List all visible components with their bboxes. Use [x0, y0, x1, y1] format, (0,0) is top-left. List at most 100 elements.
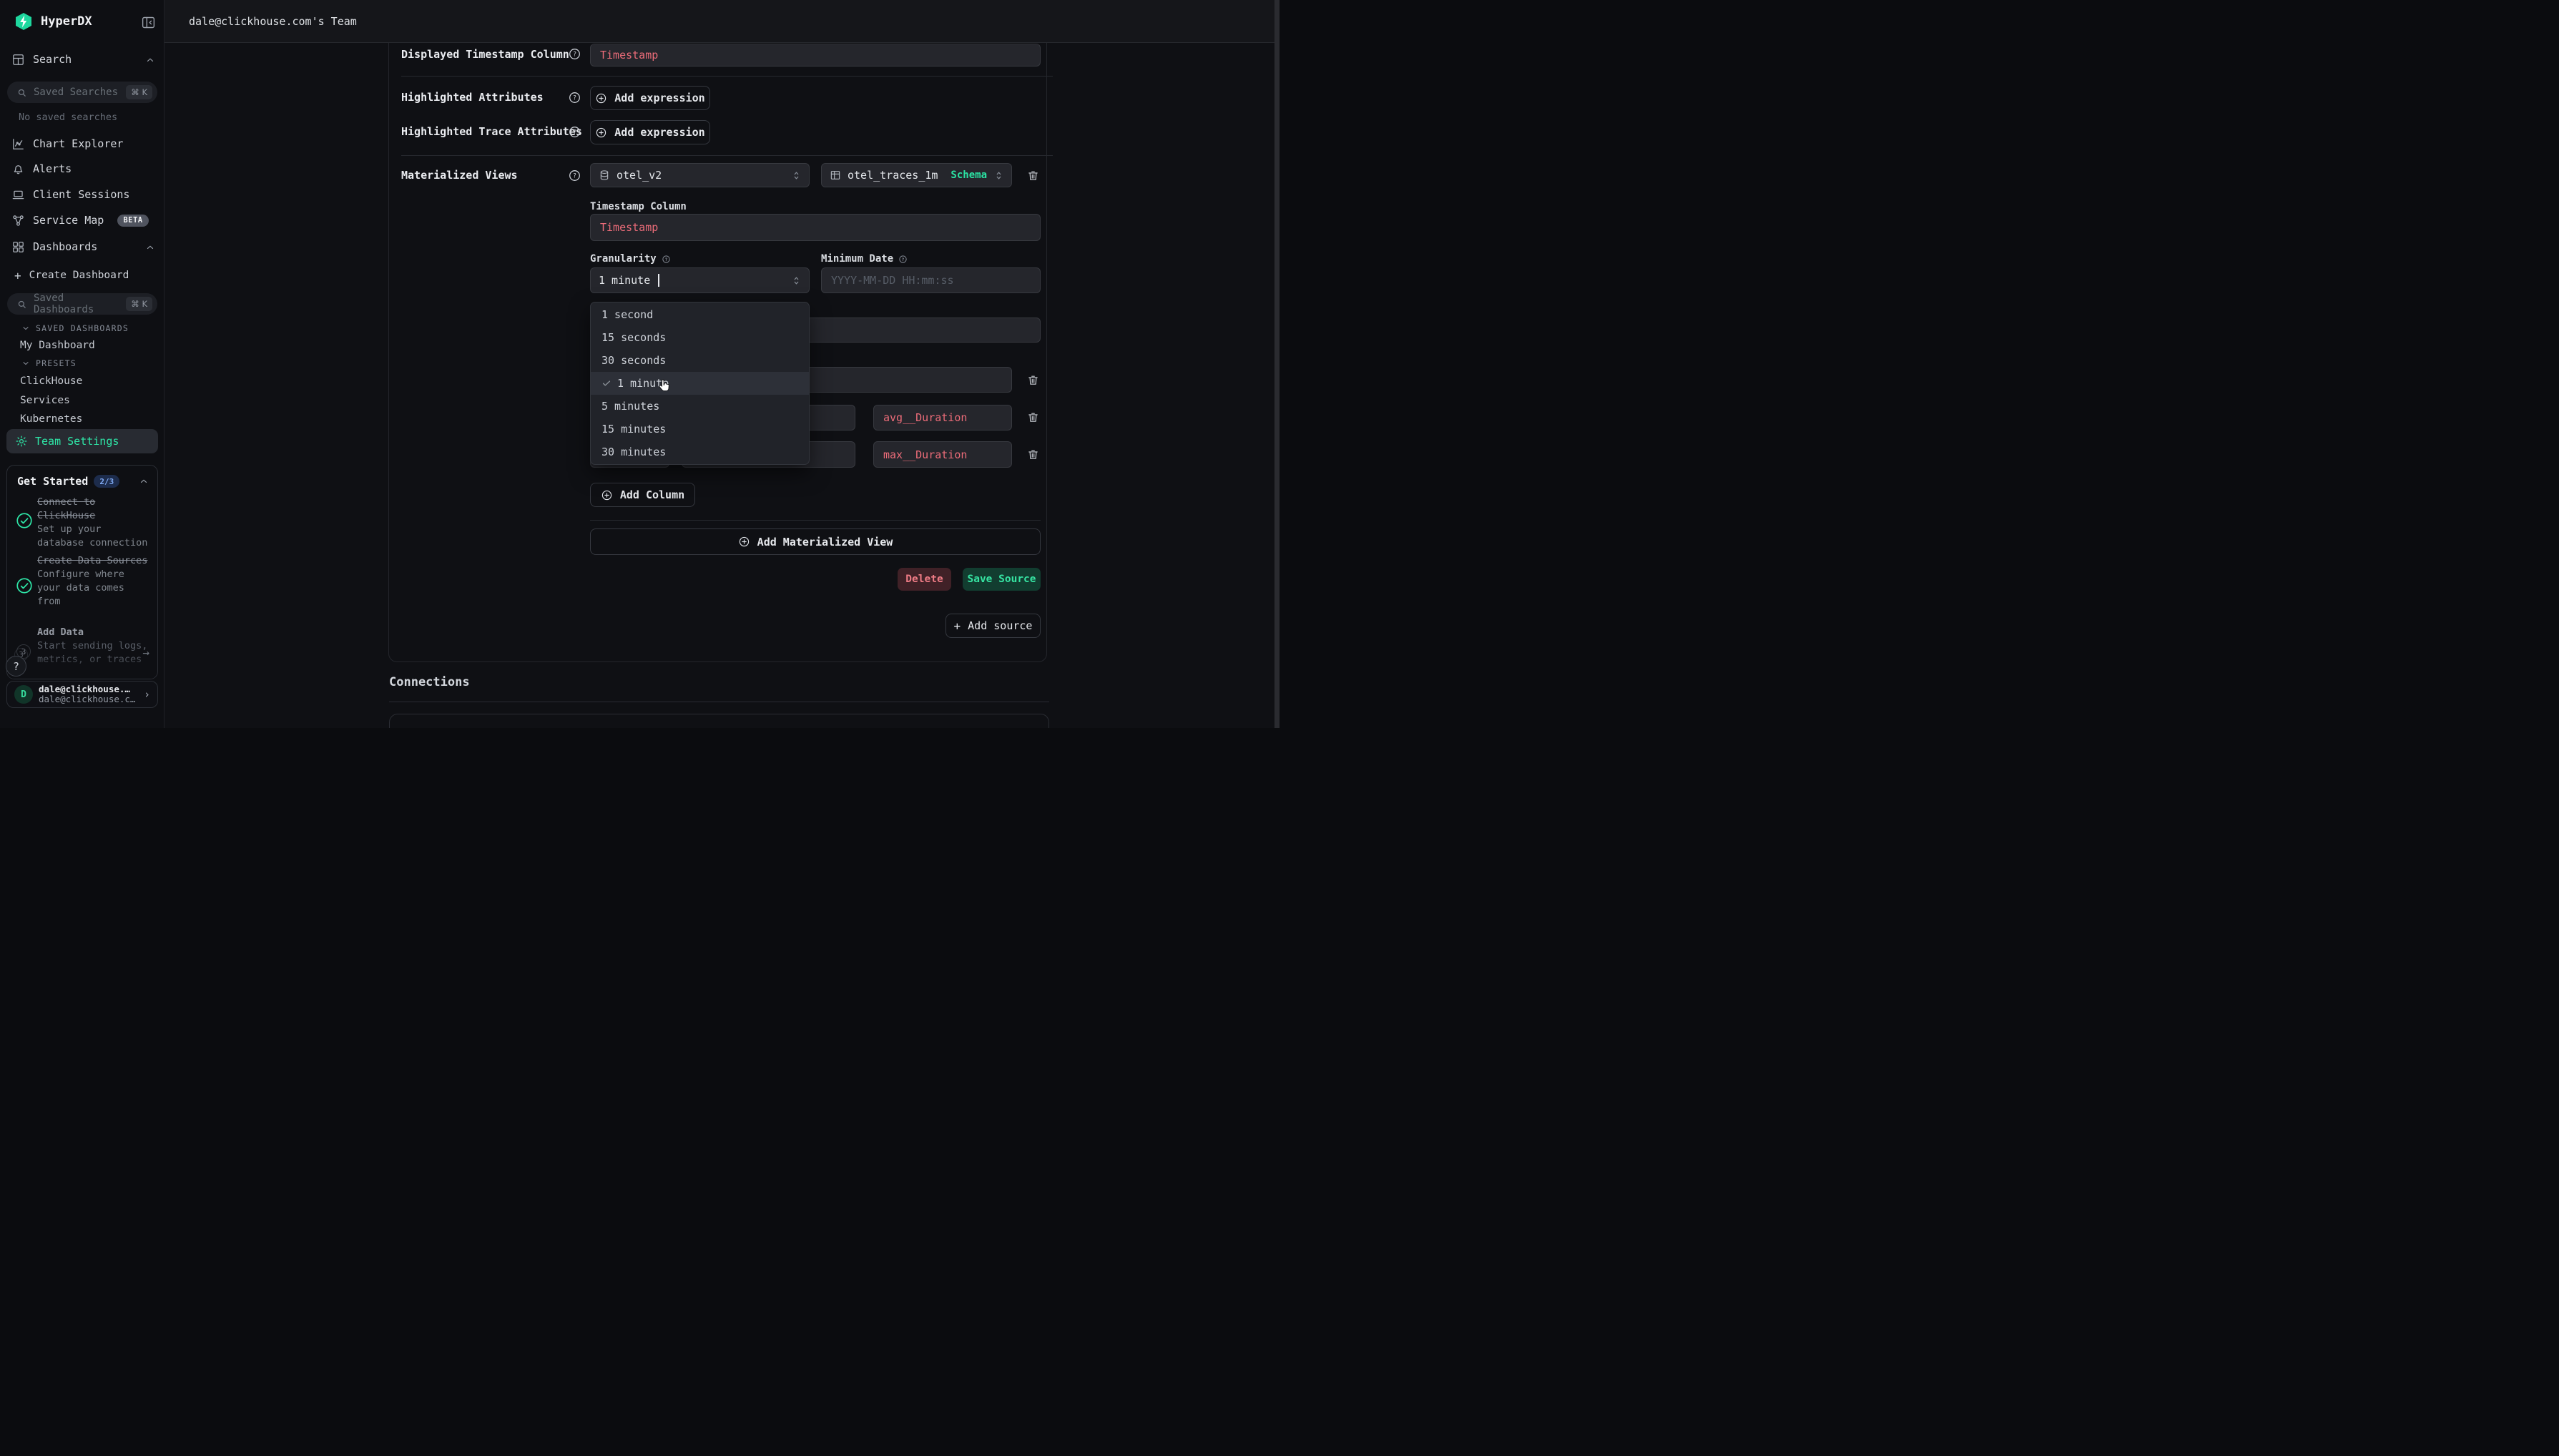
granularity-option[interactable]: 30 minutes [591, 441, 809, 463]
help-circle-icon[interactable]: ? [898, 255, 908, 264]
step-title: Create Data Sources [37, 554, 152, 568]
sidebar-item-preset-services[interactable]: Services [20, 393, 70, 408]
main-content: Displayed Timestamp Column ? Timestamp H… [164, 43, 1274, 728]
presets-section-header[interactable]: PRESETS [21, 358, 77, 368]
sidebar-item-search[interactable]: Search [11, 51, 72, 68]
add-column-button[interactable]: Add Column [590, 483, 695, 507]
delete-column-button[interactable] [1021, 368, 1045, 392]
laptop-icon [11, 188, 25, 202]
granularity-option[interactable]: 1 second [591, 303, 809, 326]
minimum-date-input[interactable]: YYYY-MM-DD HH:mm:ss [821, 267, 1041, 293]
table-icon [830, 169, 841, 181]
displayed-timestamp-input[interactable]: Timestamp [590, 44, 1041, 67]
chevron-up-down-icon [993, 169, 1004, 182]
sidebar-item-alerts[interactable]: Alerts [11, 160, 72, 177]
save-source-button[interactable]: Save Source [963, 568, 1041, 591]
add-source-button[interactable]: + Add source [945, 614, 1041, 638]
connections-panel [389, 714, 1049, 728]
chevron-up-down-icon [791, 275, 802, 287]
add-materialized-view-button[interactable]: Add Materialized View [590, 528, 1041, 555]
add-expression-button[interactable]: Add expression [590, 86, 710, 110]
add-expression-button[interactable]: Add expression [590, 120, 710, 144]
delete-column-button[interactable] [1021, 405, 1045, 429]
materialized-table-value: otel_traces_1m [848, 169, 938, 182]
get-started-step[interactable]: Connect to ClickHouse Set up your databa… [37, 496, 152, 550]
materialized-view-select[interactable]: otel_v2 [590, 163, 810, 187]
materialized-views-label: Materialized Views [401, 163, 518, 187]
timestamp-column-label: Timestamp Column [590, 201, 687, 212]
card-fade [7, 654, 157, 679]
help-circle-icon[interactable]: ? [568, 91, 581, 104]
step-desc: Configure where your data comes from [37, 568, 152, 609]
step-title: Connect to ClickHouse [37, 496, 152, 523]
column-expression-input[interactable]: avg__Duration [873, 405, 1012, 431]
delete-materialized-view-button[interactable] [1021, 163, 1045, 187]
help-circle-icon[interactable]: ? [568, 169, 581, 182]
get-started-card: Get Started 2/3 Connect to ClickHouse Se… [6, 465, 158, 679]
granularity-option[interactable]: 15 seconds [591, 326, 809, 349]
granularity-option[interactable]: 5 minutes [591, 395, 809, 418]
sidebar-item-client-sessions[interactable]: Client Sessions [11, 186, 129, 203]
step-done-check-icon [15, 511, 34, 530]
minimum-date-label: Minimum Date ? [821, 253, 908, 265]
sidebar-item-service-map[interactable]: Service Map BETA [11, 212, 149, 229]
timestamp-column-input[interactable]: Timestamp [590, 214, 1041, 241]
sidebar-item-label: Chart Explorer [33, 137, 123, 150]
chevron-up-down-icon [791, 169, 802, 182]
help-circle-icon[interactable]: ? [662, 255, 671, 264]
delete-column-button[interactable] [1021, 442, 1045, 466]
scrollbar[interactable] [1274, 0, 1280, 728]
get-started-title: Get Started [17, 475, 88, 488]
column-expression-input[interactable]: max__Duration [873, 441, 1012, 468]
saved-dashboards-section-header[interactable]: SAVED DASHBOARDS [21, 323, 129, 333]
team-title: dale@clickhouse.com's Team [189, 0, 357, 43]
get-started-step[interactable]: Create Data Sources Configure where your… [37, 554, 152, 609]
search-section-icon [11, 53, 25, 67]
granularity-value: 1 minute [599, 274, 650, 287]
search-icon [16, 299, 27, 310]
create-dashboard-button[interactable]: + Create Dashboard [14, 267, 129, 284]
help-circle-icon[interactable]: ? [568, 125, 581, 139]
saved-searches-input[interactable]: Saved Searches ⌘ K [7, 82, 157, 103]
chevron-up-icon[interactable] [145, 55, 155, 65]
help-button[interactable]: ? [6, 656, 26, 677]
sidebar-collapse-button[interactable] [141, 15, 156, 30]
user-email: dale@clickhouse.c… [39, 694, 135, 704]
granularity-option-selected[interactable]: 1 minute [591, 372, 809, 395]
sidebar: HyperDX Search Saved Searches ⌘ K No sav… [0, 0, 164, 728]
chevron-up-icon[interactable] [139, 476, 149, 486]
granularity-option[interactable]: 15 minutes [591, 418, 809, 441]
brand-name: HyperDX [41, 14, 92, 29]
plus-icon: + [14, 269, 21, 282]
sidebar-item-dashboards[interactable]: Dashboards [11, 238, 97, 255]
help-circle-icon[interactable]: ? [568, 47, 581, 61]
search-icon [16, 87, 27, 98]
chevron-down-icon [21, 324, 30, 333]
sidebar-item-chart-explorer[interactable]: Chart Explorer [11, 135, 123, 152]
saved-dashboards-placeholder: Saved Dashboards [34, 292, 119, 315]
granularity-label: Granularity ? [590, 253, 671, 265]
plus-circle-icon [601, 489, 613, 501]
highlighted-attributes-label: Highlighted Attributes [401, 85, 544, 109]
sidebar-item-preset-clickhouse[interactable]: ClickHouse [20, 373, 82, 389]
create-dashboard-label: Create Dashboard [29, 270, 129, 281]
materialized-table-select[interactable]: otel_traces_1m Schema [821, 163, 1012, 187]
svg-text:?: ? [573, 173, 576, 180]
user-menu[interactable]: D dale@clickhouse.… dale@clickhouse.c… › [6, 681, 158, 708]
chevron-down-icon [21, 359, 30, 368]
top-header: dale@clickhouse.com's Team [164, 0, 1280, 43]
delete-source-button[interactable]: Delete [898, 568, 951, 591]
granularity-option[interactable]: 30 seconds [591, 349, 809, 372]
mouse-cursor [657, 377, 674, 394]
granularity-select[interactable]: 1 minute [590, 267, 810, 293]
chevron-up-icon[interactable] [145, 242, 155, 252]
sidebar-item-team-settings[interactable]: Team Settings [6, 429, 158, 453]
sidebar-item-my-dashboard[interactable]: My Dashboard [20, 338, 95, 353]
user-name: dale@clickhouse.… [39, 684, 135, 694]
sidebar-item-label: Search [33, 53, 72, 66]
saved-dashboards-input[interactable]: Saved Dashboards ⌘ K [7, 293, 157, 315]
chart-explorer-icon [11, 137, 25, 151]
get-started-header[interactable]: Get Started 2/3 [17, 475, 119, 488]
sidebar-item-preset-kubernetes[interactable]: Kubernetes [20, 411, 82, 427]
schema-link[interactable]: Schema [951, 169, 987, 181]
